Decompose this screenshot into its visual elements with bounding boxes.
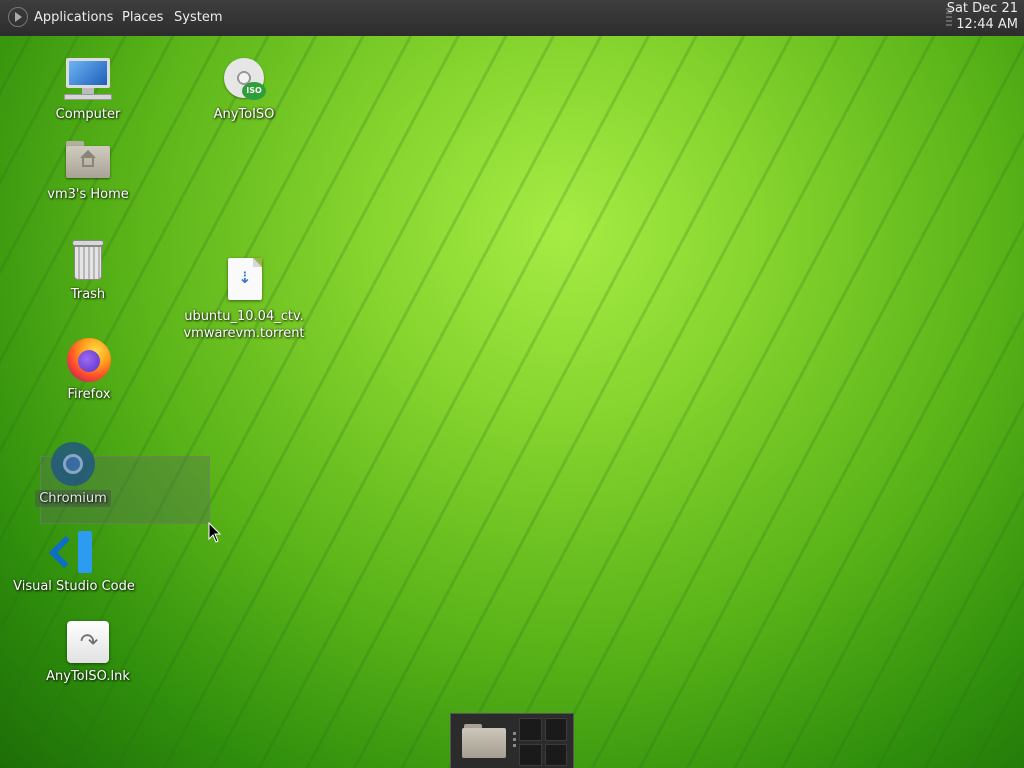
vscode-icon xyxy=(48,528,98,576)
desktop-icon-chromium[interactable]: Chromium xyxy=(8,440,138,507)
clock-date: Sat Dec 21 xyxy=(946,1,1018,16)
workspace-switcher[interactable] xyxy=(519,718,567,766)
menu-places[interactable]: Places xyxy=(116,0,169,36)
trash-icon xyxy=(64,236,112,284)
workspace-3[interactable] xyxy=(519,743,542,766)
file-manager-icon[interactable] xyxy=(462,722,508,760)
monitor-icon xyxy=(64,56,112,104)
desktop-icon-trash[interactable]: Trash xyxy=(23,236,153,303)
firefox-icon xyxy=(65,336,113,384)
chromium-icon xyxy=(49,440,97,488)
desktop-icon-label: Computer xyxy=(55,107,121,122)
desktop-icon-label: Visual Studio Code xyxy=(13,579,135,594)
bottom-dock xyxy=(450,713,574,768)
desktop-icon-vscode[interactable]: Visual Studio Code xyxy=(9,528,139,595)
desktop-icon-label: Trash xyxy=(70,287,106,302)
menu-applications[interactable]: Applications xyxy=(28,0,119,36)
shortcut-icon: ↷ xyxy=(64,618,112,666)
desktop-icon-label: Firefox xyxy=(67,387,111,402)
workspace-4[interactable] xyxy=(544,743,567,766)
workspace-2[interactable] xyxy=(544,718,567,741)
desktop-icon-label-line2: vmwarevm.torrent xyxy=(183,326,305,341)
distro-logo-icon[interactable] xyxy=(8,7,28,27)
desktop-icon-label: Chromium xyxy=(35,490,111,507)
desktop-icon-anytoiso-lnk[interactable]: ↷ AnyToISO.lnk xyxy=(23,618,153,685)
clock[interactable]: Sat Dec 21 12:44 AM xyxy=(947,1,1018,33)
desktop-icon-anytoiso[interactable]: ISO AnyToISO xyxy=(179,56,309,123)
desktop-icon-torrent-file[interactable]: ⇣ ubuntu_10.04_ctv. vmwarevm.torrent xyxy=(179,258,309,342)
desktop-icon-computer[interactable]: Computer xyxy=(23,56,153,123)
home-folder-icon xyxy=(64,136,112,184)
desktop-icon-home[interactable]: vm3's Home xyxy=(23,136,153,203)
desktop-icon-firefox[interactable]: Firefox xyxy=(24,336,154,403)
dock-separator xyxy=(513,732,516,750)
desktop-icon-label: vm3's Home xyxy=(47,187,129,202)
workspace-1[interactable] xyxy=(519,718,542,741)
desktop-icon-label: AnyToISO.lnk xyxy=(46,669,130,684)
desktop-icon-label-line1: ubuntu_10.04_ctv. xyxy=(184,309,304,324)
menu-system[interactable]: System xyxy=(168,0,228,36)
disc-iso-icon: ISO xyxy=(220,56,268,104)
iso-badge: ISO xyxy=(242,82,266,100)
torrent-file-icon: ⇣ xyxy=(220,258,268,306)
clock-time: 12:44 AM xyxy=(956,17,1018,32)
top-panel: Applications Places System Sat Dec 21 12… xyxy=(0,0,1024,36)
desktop-icon-label: AnyToISO xyxy=(213,107,275,122)
